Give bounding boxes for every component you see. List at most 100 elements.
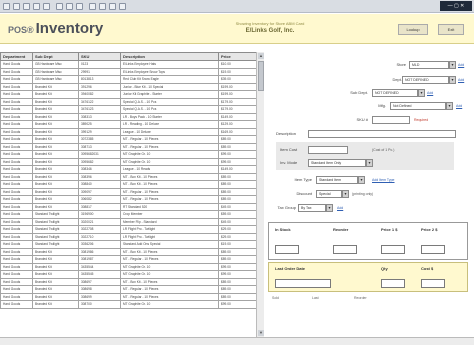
column-header[interactable]: Sub Dept: [32, 52, 79, 61]
table-cell: Hard Goods: [0, 82, 33, 91]
table-cell: Hard Goods: [0, 180, 33, 189]
reorder-input[interactable]: [333, 245, 357, 254]
column-header[interactable]: Price: [218, 52, 257, 61]
table-row[interactable]: Hard Goods GB Hardware Misc 8013813 Red Clu…: [0, 75, 257, 84]
table-row[interactable]: Hard Goods Branded Kit 3435545 MT Graphite …: [0, 270, 257, 279]
history-icon[interactable]: [76, 3, 83, 10]
table-row[interactable]: Hard Goods Standard Twilight 3020021 Member…: [0, 217, 257, 226]
table-cell: MT - Regular - 10 Pieces: [120, 255, 219, 264]
table-row[interactable]: Hard Goods Branded Kit 399129 League - 10 D…: [0, 127, 257, 136]
table-row[interactable]: Hard Goods Branded Kit 308313 LR - Boys Pac…: [0, 112, 257, 121]
table-cell: Hard Goods: [0, 255, 33, 264]
table-row[interactable]: Hard Goods Branded Kit 3095682031 MT Graphi…: [0, 150, 257, 159]
chevron-down-icon[interactable]: ▾: [446, 102, 453, 110]
table-row[interactable]: Hard Goods Branded Kit 308840 MT - Box Kit …: [0, 180, 257, 189]
sub-dept-select[interactable]: NOT DEFINED: [372, 89, 418, 97]
table-row[interactable]: Hard Goods Standard Twilight 3022708 LR Fli…: [0, 225, 257, 234]
table-cell: Hard Goods: [0, 225, 33, 234]
table-row[interactable]: Hard Goods Branded Kit 308346 League - 10 R…: [0, 165, 257, 174]
table-row[interactable]: Hard Goods Branded Kit 308817 RT Standard 5…: [0, 202, 257, 211]
mail-icon[interactable]: [89, 3, 96, 10]
item-type-add-link[interactable]: Add Item Type: [372, 178, 395, 182]
grid-scrollbar[interactable]: ▲ ▼: [256, 52, 264, 337]
home-icon[interactable]: [43, 3, 50, 10]
column-header[interactable]: SKU: [78, 52, 121, 61]
price1-input[interactable]: [381, 245, 405, 254]
table-cell: Junior - Blue Kit - 10 Special: [120, 82, 219, 91]
table-cell: Standard Twilight: [32, 217, 79, 226]
qty-input[interactable]: [381, 279, 405, 288]
table-cell: Standard Twilight: [32, 210, 79, 219]
last-order-date-input[interactable]: [275, 279, 331, 288]
table-row[interactable]: Hard Goods Branded Kit 3435544 MT Graphite …: [0, 262, 257, 271]
refresh-icon[interactable]: [33, 3, 40, 10]
inv-mode-select[interactable]: Standard Item Only: [308, 159, 366, 167]
lookup-button[interactable]: Lookup: [398, 24, 428, 35]
sub-dept-add-link[interactable]: Add: [427, 91, 433, 95]
column-header[interactable]: Department: [0, 52, 33, 61]
chevron-down-icon[interactable]: ▾: [342, 190, 349, 198]
tax-group-select[interactable]: By Tax: [298, 204, 326, 212]
table-row[interactable]: Hard Goods Branded Kit 3940082 Junior Kit G…: [0, 90, 257, 99]
column-header[interactable]: Description: [120, 52, 219, 61]
table-row[interactable]: Hard Goods Branded Kit 308699 MT - Regular …: [0, 292, 257, 301]
cost-input[interactable]: [421, 279, 445, 288]
forward-icon[interactable]: [13, 3, 20, 10]
chevron-down-icon[interactable]: ▾: [358, 176, 365, 184]
table-row[interactable]: Hard Goods Branded Kit 308698 MT - Regular …: [0, 285, 257, 294]
table-row[interactable]: Hard Goods Branded Kit 308697 MT - Box Kit …: [0, 277, 257, 286]
table-row[interactable]: Hard Goods Standard Twilight 3196900 Crop M…: [0, 210, 257, 219]
table-row[interactable]: Hard Goods Branded Kit 3476122 Special Q.A.…: [0, 97, 257, 106]
table-cell: Hard Goods: [0, 135, 33, 144]
item-type-select[interactable]: Standard Item: [316, 176, 358, 184]
table-row[interactable]: Hard Goods Branded Kit 391296 Junior - Blue…: [0, 82, 257, 91]
back-icon[interactable]: [3, 3, 10, 10]
store-add-link[interactable]: Add: [458, 63, 464, 67]
scroll-up-icon[interactable]: ▲: [258, 53, 264, 59]
chevron-down-icon[interactable]: ▾: [449, 76, 456, 84]
item-cost-input[interactable]: [308, 146, 348, 154]
table-row[interactable]: Hard Goods Branded Kit 3081986 MT - Box Kit…: [0, 247, 257, 256]
table-row[interactable]: Hard Goods Standard Twilight 3022710 LR Fli…: [0, 232, 257, 241]
table-row[interactable]: Hard Goods Branded Kit 308396 MT - Box Kit …: [0, 172, 257, 181]
exit-button[interactable]: Exit: [438, 24, 464, 35]
dept-select[interactable]: NOT DEFINED: [402, 76, 449, 84]
mfg-add-link[interactable]: Add: [456, 104, 462, 108]
sku-input[interactable]: [372, 116, 410, 124]
tax-group-add-link[interactable]: Add: [337, 206, 343, 210]
favorites-icon[interactable]: [66, 3, 73, 10]
table-row[interactable]: Hard Goods Branded Kit 306082 MT - Regular …: [0, 195, 257, 204]
table-row[interactable]: Hard Goods Branded Kit 308700 MT Graphite G…: [0, 300, 257, 309]
chevron-down-icon[interactable]: ▾: [326, 204, 333, 212]
stop-icon[interactable]: [23, 3, 30, 10]
print-icon[interactable]: [99, 3, 106, 10]
scroll-down-icon[interactable]: ▼: [258, 330, 264, 336]
description-input[interactable]: [308, 130, 456, 138]
scroll-thumb[interactable]: [258, 61, 264, 91]
table-row[interactable]: Hard Goods Standard Twilight 3036206 Standa…: [0, 240, 257, 249]
discuss-icon[interactable]: [119, 3, 126, 10]
chevron-down-icon[interactable]: ▾: [366, 159, 373, 167]
table-row[interactable]: Hard Goods Branded Kit 309097 MT - Regular …: [0, 187, 257, 196]
table-row[interactable]: Hard Goods Branded Kit 3072385 MT - Regular…: [0, 135, 257, 144]
table-row[interactable]: Hard Goods Branded Kit 3476123 Special Q.A.…: [0, 105, 257, 114]
chevron-down-icon[interactable]: ▾: [418, 89, 425, 97]
discount-select[interactable]: Special: [316, 190, 342, 198]
table-row[interactable]: Hard Goods Branded Kit 3081987 MT - Regular…: [0, 255, 257, 264]
search-icon[interactable]: [56, 3, 63, 10]
table-row[interactable]: Hard Goods Branded Kit 389025 LR - Reading …: [0, 120, 257, 129]
dept-add-link[interactable]: Add: [458, 78, 464, 82]
chevron-down-icon[interactable]: ▾: [449, 61, 456, 69]
table-cell: $149.00: [218, 165, 257, 174]
window-controls[interactable]: — ▢ ✕: [440, 1, 472, 11]
edit-icon[interactable]: [109, 3, 116, 10]
mfg-select[interactable]: Not Defined: [390, 102, 446, 110]
price2-input[interactable]: [421, 245, 445, 254]
store-select[interactable]: MLD: [409, 61, 449, 69]
in-stock-input[interactable]: [275, 245, 299, 254]
table-cell: $179.00: [218, 97, 257, 106]
table-row[interactable]: Hard Goods GB Hardware Misc 0123 E/Links Em…: [0, 60, 257, 69]
table-row[interactable]: Hard Goods Branded Kit 3095682 MT Graphite …: [0, 157, 257, 166]
table-row[interactable]: Hard Goods Branded Kit 308713 MT - Regular …: [0, 142, 257, 151]
table-row[interactable]: Hard Goods GB Hardware Misc 29991 E/Links E…: [0, 67, 257, 76]
